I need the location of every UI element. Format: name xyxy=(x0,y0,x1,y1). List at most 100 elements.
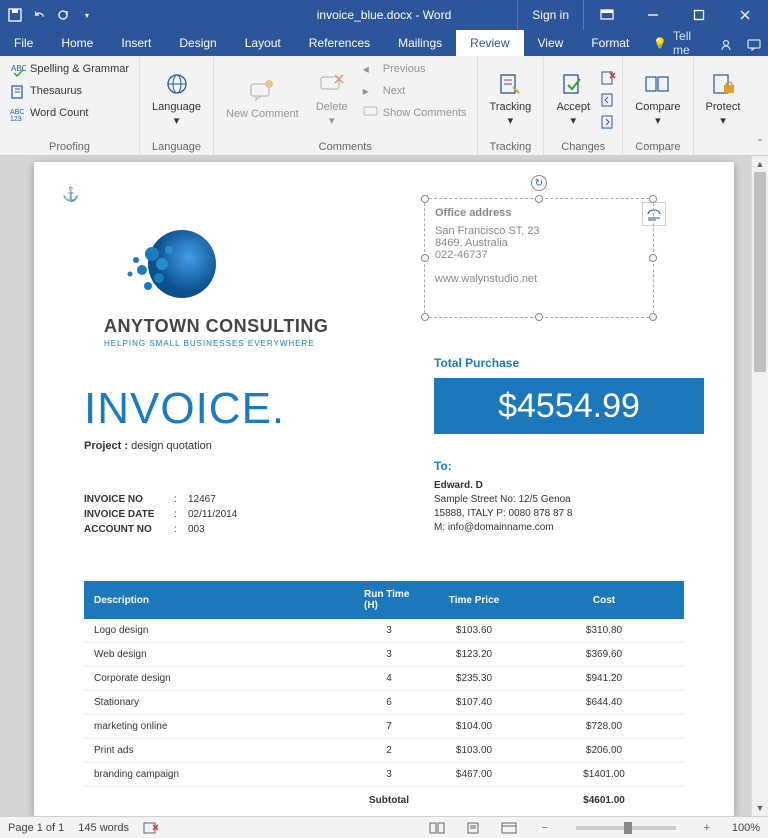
ribbon-group-changes: Accept▾ Changes xyxy=(544,56,623,155)
close-button[interactable] xyxy=(722,0,768,30)
company-logo-icon xyxy=(104,222,234,312)
protect-icon xyxy=(708,71,738,101)
ribbon-display-options-icon[interactable] xyxy=(584,0,630,30)
selection-handle[interactable] xyxy=(649,313,657,321)
office-header: Office address xyxy=(435,207,643,219)
redo-icon[interactable] xyxy=(56,8,70,22)
table-header: Run Time (H) xyxy=(354,581,424,619)
read-mode-icon[interactable] xyxy=(426,819,448,837)
protect-button[interactable]: Protect▾ xyxy=(700,60,747,139)
subtotal-value: $4601.00 xyxy=(524,787,684,815)
vertical-scrollbar[interactable]: ▲ ▼ xyxy=(751,156,768,816)
selection-handle[interactable] xyxy=(421,313,429,321)
selection-handle[interactable] xyxy=(535,195,543,203)
table-header: Description xyxy=(84,581,354,619)
statusbar: Page 1 of 1 145 words − + 100% xyxy=(0,816,768,838)
tab-home[interactable]: Home xyxy=(47,30,107,56)
reject-icon[interactable] xyxy=(600,70,616,86)
save-icon[interactable] xyxy=(8,8,22,22)
office-lines: San Francisco ST, 238469, Australia022-4… xyxy=(435,225,643,285)
selection-handle[interactable] xyxy=(421,254,429,262)
selection-handle[interactable] xyxy=(649,254,657,262)
ribbon-group-label: Proofing xyxy=(6,139,133,153)
tab-layout[interactable]: Layout xyxy=(231,30,295,56)
office-address-textbox[interactable]: ↻ Office address San Francisco ST, 23846… xyxy=(424,198,654,318)
selection-handle[interactable] xyxy=(649,195,657,203)
previous-comment-button[interactable]: ◂Previous xyxy=(359,60,471,80)
ribbon-group-proofing: ABCSpelling & Grammar Thesaurus ABC123Wo… xyxy=(0,56,140,155)
titlebar: ▾ invoice_blue.docx - Word Sign in xyxy=(0,0,768,30)
invoice-table: DescriptionRun Time (H)Time PriceCost Lo… xyxy=(84,581,684,814)
ribbon-group-protect: Protect▾ xyxy=(694,56,753,155)
word-count-indicator[interactable]: 145 words xyxy=(78,822,129,834)
accept-icon xyxy=(558,71,588,101)
tab-view[interactable]: View xyxy=(524,30,578,56)
tracking-icon xyxy=(495,71,525,101)
company-tagline: HELPING SMALL BUSINESSES EVERYWHERE xyxy=(104,339,684,348)
minimize-button[interactable] xyxy=(630,0,676,30)
selection-handle[interactable] xyxy=(535,313,543,321)
spelling-check-icon: ABC xyxy=(10,62,26,78)
ribbon-group-label: Comments xyxy=(220,139,471,153)
table-row: marketing online7$104.00$728.00 xyxy=(84,715,684,739)
undo-icon[interactable] xyxy=(32,8,46,22)
tab-review[interactable]: Review xyxy=(456,30,523,56)
print-layout-icon[interactable] xyxy=(462,819,484,837)
web-layout-icon[interactable] xyxy=(498,819,520,837)
page[interactable]: ⚓ ANYTOWN CONSULTING HELPING SMALL BUSIN xyxy=(34,162,734,816)
maximize-button[interactable] xyxy=(676,0,722,30)
delete-comment-button[interactable]: Delete▾ xyxy=(309,60,355,139)
signin-button[interactable]: Sign in xyxy=(517,0,584,30)
next-change-icon[interactable] xyxy=(600,114,616,130)
language-button[interactable]: Language▾ xyxy=(146,60,207,139)
company-name: ANYTOWN CONSULTING xyxy=(104,316,684,337)
zoom-slider-knob[interactable] xyxy=(624,822,632,834)
ribbon-tabs: FileHomeInsertDesignLayoutReferencesMail… xyxy=(0,30,768,56)
ribbon-group-label: Compare xyxy=(629,139,686,153)
scroll-thumb[interactable] xyxy=(754,172,766,372)
rotation-handle-icon[interactable]: ↻ xyxy=(531,175,547,191)
recipient-block: To: Edward. D Sample Street No: 12/5 Gen… xyxy=(434,458,572,535)
show-comments-button[interactable]: Show Comments xyxy=(359,104,471,124)
tracking-button[interactable]: Tracking▾ xyxy=(484,60,538,139)
svg-text:ABC: ABC xyxy=(10,109,24,116)
page-indicator[interactable]: Page 1 of 1 xyxy=(8,822,64,834)
accept-button[interactable]: Accept▾ xyxy=(550,60,596,139)
tab-insert[interactable]: Insert xyxy=(107,30,165,56)
zoom-level[interactable]: 100% xyxy=(732,822,760,834)
table-row: Logo design3$103.60$310.80 xyxy=(84,619,684,643)
word-count-button[interactable]: ABC123Word Count xyxy=(6,104,133,124)
collapse-ribbon-icon[interactable]: ˆ xyxy=(758,137,762,151)
scroll-down-icon[interactable]: ▼ xyxy=(752,800,768,816)
table-header: Cost xyxy=(524,581,684,619)
tab-mailings[interactable]: Mailings xyxy=(384,30,456,56)
thesaurus-button[interactable]: Thesaurus xyxy=(6,82,133,102)
tab-file[interactable]: File xyxy=(0,30,47,56)
compare-icon xyxy=(643,71,673,101)
tab-references[interactable]: References xyxy=(295,30,384,56)
selection-handle[interactable] xyxy=(421,195,429,203)
ribbon-group-label: Tracking xyxy=(484,139,538,153)
qat-customize-icon[interactable]: ▾ xyxy=(80,8,94,22)
thesaurus-icon xyxy=(10,84,26,100)
tell-me-search[interactable]: 💡Tell me xyxy=(643,30,711,56)
tab-design[interactable]: Design xyxy=(165,30,230,56)
zoom-out-button[interactable]: − xyxy=(534,819,556,837)
new-comment-button[interactable]: New Comment xyxy=(220,60,305,139)
previous-change-icon[interactable] xyxy=(600,92,616,108)
next-icon: ▸ xyxy=(363,84,379,100)
tab-format[interactable]: Format xyxy=(577,30,643,56)
spellcheck-status-icon[interactable] xyxy=(143,821,159,835)
ribbon: ABCSpelling & Grammar Thesaurus ABC123Wo… xyxy=(0,56,768,156)
compare-button[interactable]: Compare▾ xyxy=(629,60,686,139)
spelling-grammar-button[interactable]: ABCSpelling & Grammar xyxy=(6,60,133,80)
delete-comment-icon xyxy=(317,71,347,101)
ribbon-group-label: Changes xyxy=(550,139,616,153)
zoom-in-button[interactable]: + xyxy=(696,819,718,837)
invoice-meta: INVOICE NO:12467 INVOICE DATE:02/11/2014… xyxy=(84,492,684,537)
scroll-up-icon[interactable]: ▲ xyxy=(752,156,768,172)
globe-icon xyxy=(162,71,192,101)
show-comments-icon xyxy=(363,106,379,122)
zoom-slider[interactable] xyxy=(576,826,676,830)
next-comment-button[interactable]: ▸Next xyxy=(359,82,471,102)
